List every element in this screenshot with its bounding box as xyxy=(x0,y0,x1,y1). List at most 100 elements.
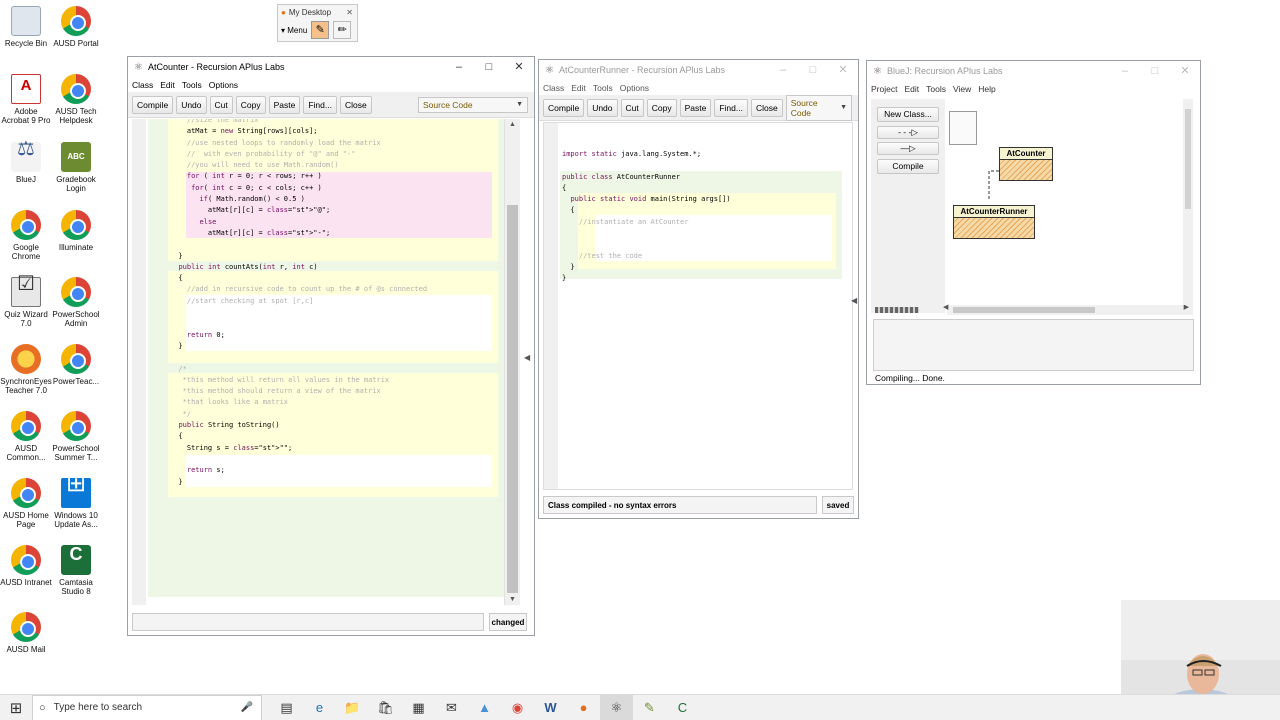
ausd-home-page-shortcut[interactable]: AUSD Home Page xyxy=(0,478,52,529)
gradebook-shortcut[interactable]: Gradebook Login xyxy=(50,142,102,193)
adobe-acrobat-shortcut[interactable]: Adobe Acrobat 9 Pro xyxy=(0,74,52,125)
menu-tools[interactable]: Tools xyxy=(182,80,202,90)
mydesktop-icon[interactable]: ● xyxy=(567,695,600,720)
bluej-shortcut[interactable]: BlueJ xyxy=(0,142,52,184)
microphone-icon[interactable]: 🎤 xyxy=(241,702,253,713)
collapse-arrow-icon[interactable]: ◀ xyxy=(851,296,857,305)
paste-button[interactable]: Paste xyxy=(268,95,301,114)
highlighter-icon[interactable]: ✎ xyxy=(311,21,330,39)
copy-button[interactable]: Copy xyxy=(235,95,266,114)
ausd-common-shortcut[interactable]: AUSD Common... xyxy=(0,411,52,462)
chrome-icon[interactable]: ◉ xyxy=(501,695,534,720)
camtasia-shortcut[interactable]: Camtasia Studio 8 xyxy=(50,545,102,596)
pen-icon[interactable]: ✏ xyxy=(333,21,352,39)
cut-button[interactable]: Cut xyxy=(620,98,644,117)
menu-options[interactable]: Options xyxy=(620,83,649,93)
close-button[interactable]: ✕ xyxy=(1170,61,1200,81)
powerteacher-shortcut[interactable]: PowerTeac... xyxy=(50,344,102,386)
dashed-arrow-button[interactable]: - - -▷ xyxy=(877,126,939,139)
bluej-icon[interactable]: ⚛ xyxy=(600,694,633,720)
minimize-button[interactable]: – xyxy=(768,60,798,80)
scroll-thumb[interactable] xyxy=(507,205,518,593)
quiz-wizard-shortcut[interactable]: Quiz Wizard 7.0 xyxy=(0,277,52,328)
menu-project[interactable]: Project xyxy=(871,84,897,94)
new-class-button[interactable]: New Class... xyxy=(877,107,939,122)
taskbar-search-box[interactable]: ○ Type here to search 🎤 xyxy=(32,694,262,720)
class-diagram-canvas[interactable]: AtCounter AtCounterRunner xyxy=(947,99,1183,307)
close-editor-button[interactable]: Close xyxy=(750,98,783,117)
scroll-thumb[interactable] xyxy=(953,307,1095,313)
maximize-button[interactable]: □ xyxy=(798,60,828,80)
ausd-tech-helpdesk-shortcut[interactable]: AUSD Tech Helpdesk xyxy=(50,74,102,125)
menu-edit[interactable]: Edit xyxy=(904,84,919,94)
synchroneyes-shortcut[interactable]: SynchronEyes Teacher 7.0 xyxy=(0,344,52,395)
menu-class[interactable]: Class xyxy=(543,83,564,93)
illuminate-shortcut[interactable]: Illuminate xyxy=(50,210,102,252)
menu-tools[interactable]: Tools xyxy=(926,84,946,94)
powerschool-summer-shortcut[interactable]: PowerSchool Summer T... xyxy=(50,411,102,462)
windows-start-icon[interactable]: ⊞ xyxy=(0,699,32,717)
mail-icon[interactable]: ✉ xyxy=(435,695,468,720)
class-box-atcounter[interactable]: AtCounter xyxy=(999,147,1053,181)
compile-button[interactable]: Compile xyxy=(877,159,939,174)
collapse-arrow-icon[interactable]: ◀ xyxy=(524,353,530,362)
diagram-vscrollbar[interactable] xyxy=(1183,99,1193,305)
maximize-button[interactable]: □ xyxy=(474,57,504,77)
edge-icon[interactable]: e xyxy=(303,695,336,720)
vertical-scrollbar[interactable]: ▲ ▼ xyxy=(504,119,520,605)
recycle-bin-shortcut[interactable]: Recycle Bin xyxy=(0,6,52,48)
code-text: //size the matrix atMat = new String[row… xyxy=(170,119,427,488)
file-explorer-icon[interactable]: 📁 xyxy=(336,695,369,720)
scroll-thumb[interactable] xyxy=(1185,109,1191,209)
scroll-left-icon[interactable]: ◀ xyxy=(943,303,948,311)
maximize-button[interactable]: □ xyxy=(1140,61,1170,81)
powerschool-admin-shortcut[interactable]: PowerSchool Admin xyxy=(50,277,102,328)
diagram-hscroll[interactable]: ◀ ▶ xyxy=(943,304,1193,315)
find-button[interactable]: Find... xyxy=(714,98,748,117)
atcounter-code-editor[interactable]: //size the matrix atMat = new String[row… xyxy=(132,119,520,605)
runner-code-editor[interactable]: import static java.lang.System.*; public… xyxy=(543,122,853,490)
store-icon[interactable]: 🛍 xyxy=(369,695,402,720)
scroll-down-icon[interactable]: ▼ xyxy=(505,596,520,603)
menu-tools[interactable]: Tools xyxy=(593,83,613,93)
menu-edit[interactable]: Edit xyxy=(160,80,175,90)
readme-document-icon[interactable] xyxy=(949,111,977,145)
class-box-atcounterrunner[interactable]: AtCounterRunner xyxy=(953,205,1035,239)
source-code-select[interactable]: Source Code ▼ xyxy=(418,96,528,113)
compile-button[interactable]: Compile xyxy=(543,98,585,117)
ausd-mail-shortcut[interactable]: AUSD Mail xyxy=(0,612,52,654)
task-view-icon[interactable]: ▤ xyxy=(270,695,303,720)
copy-button[interactable]: Copy xyxy=(646,98,677,117)
menu-options[interactable]: Options xyxy=(209,80,238,90)
code-text: import static java.lang.System.*; public… xyxy=(562,149,731,285)
minimize-button[interactable]: – xyxy=(1110,61,1140,81)
gradebook-icon[interactable]: ✎ xyxy=(633,695,666,720)
menu-class[interactable]: Class xyxy=(132,80,153,90)
menu-help[interactable]: Help xyxy=(978,84,995,94)
calculator-icon[interactable]: ▦ xyxy=(402,695,435,720)
mydesktop-menu-button[interactable]: ▾ Menu xyxy=(281,26,307,35)
find-button[interactable]: Find... xyxy=(303,95,337,114)
paste-button[interactable]: Paste xyxy=(679,98,712,117)
menu-view[interactable]: View xyxy=(953,84,971,94)
source-code-select[interactable]: Source Code ▼ xyxy=(785,94,852,121)
close-button[interactable]: ✕ xyxy=(504,57,534,77)
minimize-button[interactable]: – xyxy=(444,57,474,77)
camtasia-icon[interactable]: C xyxy=(666,695,699,720)
compile-button[interactable]: Compile xyxy=(132,95,174,114)
solid-arrow-button[interactable]: —▷ xyxy=(877,142,939,155)
windows-update-shortcut[interactable]: Windows 10 Update As... xyxy=(50,478,102,529)
undo-button[interactable]: Undo xyxy=(176,95,207,114)
scroll-up-icon[interactable]: ▲ xyxy=(505,121,520,128)
close-icon[interactable]: ✕ xyxy=(346,8,353,17)
google-chrome-shortcut[interactable]: Google Chrome xyxy=(0,210,52,261)
undo-button[interactable]: Undo xyxy=(587,98,618,117)
ausd-portal-shortcut[interactable]: AUSD Portal xyxy=(50,6,102,48)
cut-button[interactable]: Cut xyxy=(209,95,233,114)
close-button[interactable]: ✕ xyxy=(828,60,858,80)
close-editor-button[interactable]: Close xyxy=(339,95,372,114)
remote-desktop-icon[interactable]: ▲ xyxy=(468,695,501,720)
word-icon[interactable]: W xyxy=(534,695,567,720)
menu-edit[interactable]: Edit xyxy=(571,83,586,93)
ausd-intranet-shortcut[interactable]: AUSD Intranet xyxy=(0,545,52,587)
